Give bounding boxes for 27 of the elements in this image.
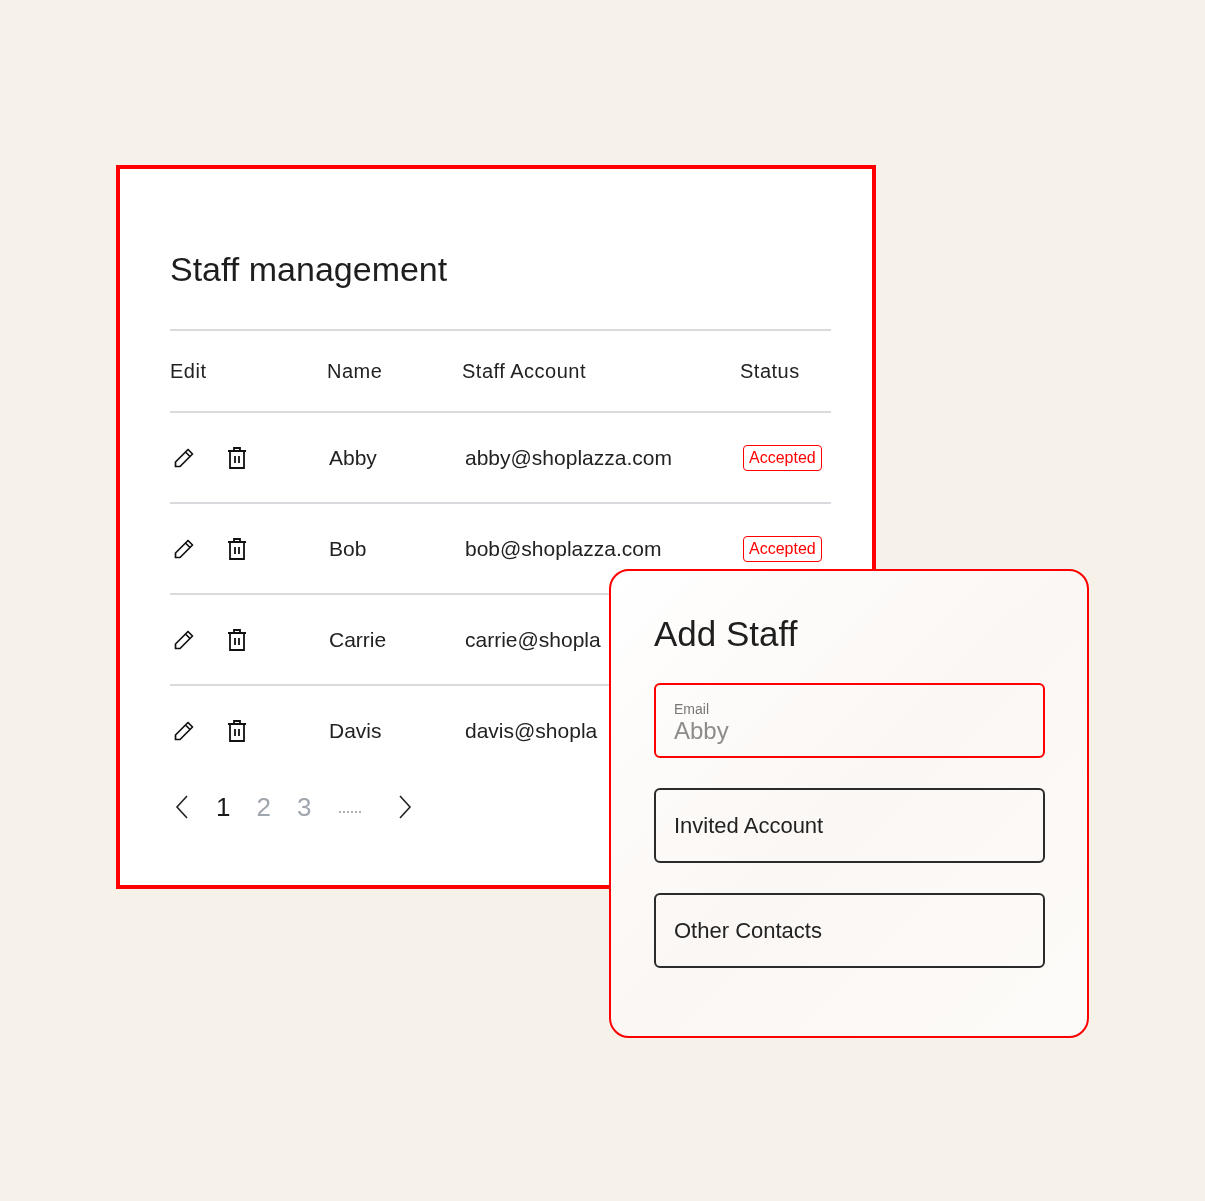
table-cell: bob@shoplazza.com	[465, 536, 662, 560]
table-cell-text: Bob	[329, 536, 368, 561]
column-header: Status	[740, 359, 801, 383]
chevron-right-icon[interactable]	[397, 794, 414, 820]
trash-icon[interactable]	[226, 627, 248, 652]
table-cell: abby@shoplazza.com	[465, 445, 672, 469]
card-title: Staff management	[170, 249, 449, 290]
table-cell: carrie@shopla	[465, 627, 601, 651]
input-field[interactable]: Other Contacts	[654, 893, 1045, 968]
table-cell-text: Abby	[329, 445, 378, 470]
panel-title: Add Staff	[654, 613, 799, 655]
page-ellipsis: ......	[337, 796, 362, 818]
column-header: Name	[327, 359, 384, 383]
table-cell-text: Carrie	[329, 627, 388, 652]
status-badge: Accepted	[743, 535, 822, 562]
input-field[interactable]: Invited Account	[654, 788, 1045, 863]
chevron-left-icon[interactable]	[174, 794, 190, 820]
trash-icon[interactable]	[226, 536, 248, 561]
column-header: Staff Account	[462, 359, 587, 383]
trash-icon[interactable]	[226, 718, 248, 743]
column-header: Edit	[170, 359, 208, 383]
table-cell: davis@shopla	[465, 718, 598, 742]
page-link[interactable]: 1	[216, 791, 231, 823]
table-cell-text: Davis	[329, 718, 383, 743]
input-field[interactable]: Email Abby	[654, 683, 1045, 758]
trash-icon[interactable]	[226, 445, 248, 470]
status-badge: Accepted	[743, 444, 822, 471]
